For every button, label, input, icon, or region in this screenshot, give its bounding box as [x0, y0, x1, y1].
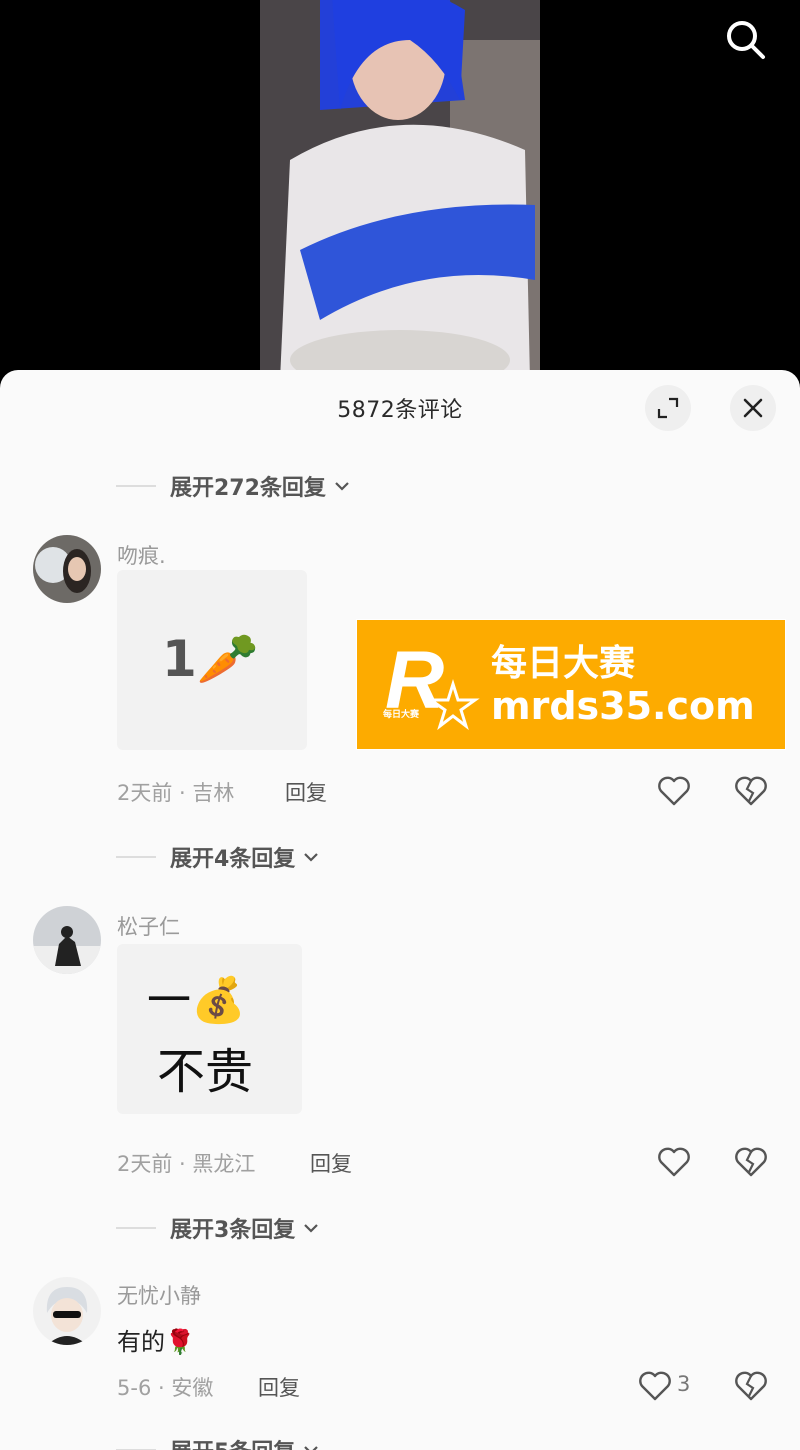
divider-line	[116, 856, 156, 858]
search-button[interactable]	[722, 16, 768, 62]
comment-username[interactable]: 无忧小静	[117, 1280, 201, 1310]
broken-heart-icon	[735, 776, 767, 806]
expand-replies-label: 展开3条回复	[170, 1218, 296, 1243]
video-player[interactable]	[0, 0, 800, 380]
reply-button[interactable]: 回复	[258, 1372, 300, 1402]
reply-button[interactable]: 回复	[285, 777, 327, 807]
comment-meta: 5-6 · 安徽	[117, 1376, 214, 1400]
expand-replies-label: 展开272条回复	[170, 476, 326, 501]
divider-line	[116, 485, 156, 487]
expand-replies-button[interactable]: 展开272条回复	[116, 470, 352, 502]
like-button[interactable]	[656, 773, 692, 809]
ad-banner[interactable]: R 每日大赛 每日大赛 mrds35.com	[356, 619, 786, 750]
expand-replies-button[interactable]: 展开3条回复	[116, 1212, 321, 1244]
expand-icon	[657, 397, 679, 419]
ad-url[interactable]: mrds35.com	[491, 684, 755, 728]
comment-sticker: 1🥕	[117, 570, 307, 750]
reply-button[interactable]: 回复	[310, 1148, 352, 1178]
dislike-button[interactable]	[733, 1368, 769, 1404]
broken-heart-icon	[735, 1147, 767, 1177]
ad-name: 每日大赛	[491, 643, 636, 684]
close-button[interactable]	[730, 385, 776, 431]
fullscreen-button[interactable]	[645, 385, 691, 431]
sticker-text: 一💰	[147, 975, 246, 1026]
chevron-down-icon	[335, 482, 349, 491]
broken-heart-icon	[735, 1371, 767, 1401]
like-button[interactable]	[637, 1368, 673, 1404]
dislike-button[interactable]	[733, 1144, 769, 1180]
comment-meta: 2天前 · 吉林	[117, 781, 235, 805]
ad-logo: R 每日大赛	[383, 635, 480, 731]
expand-replies-button[interactable]: 展开4条回复	[116, 841, 321, 873]
heart-icon	[658, 1147, 690, 1177]
avatar[interactable]	[33, 906, 101, 974]
comment-meta: 2天前 · 黑龙江	[117, 1152, 256, 1176]
ad-logo-small-text: 每日大赛	[383, 708, 420, 720]
comments-sheet: 5872条评论 展开272条回复 吻痕. 1🥕 2天前 · 吉林 回复 展开4条…	[0, 370, 800, 1450]
heart-icon	[658, 776, 690, 806]
chevron-down-icon	[304, 1446, 319, 1450]
avatar[interactable]	[33, 535, 101, 603]
video-thumbnail	[260, 0, 540, 380]
expand-replies-label: 展开5条回复	[170, 1434, 295, 1450]
comment-sticker: 一💰 不贵	[117, 944, 302, 1114]
sticker-text: 不贵	[157, 1044, 254, 1100]
comment-username[interactable]: 松子仁	[117, 911, 180, 941]
expand-replies-label: 展开4条回复	[170, 847, 296, 872]
dislike-button[interactable]	[733, 773, 769, 809]
like-button[interactable]	[656, 1144, 692, 1180]
close-icon	[743, 398, 763, 418]
heart-icon	[639, 1371, 671, 1401]
search-icon	[727, 21, 765, 59]
like-count: 3	[677, 1372, 691, 1396]
sticker-text: 1🥕	[162, 630, 260, 688]
comment-username[interactable]: 吻痕.	[117, 540, 166, 570]
divider-line	[116, 1227, 156, 1229]
avatar[interactable]	[33, 1277, 101, 1345]
expand-replies-button[interactable]: 展开5条回复	[116, 1434, 321, 1450]
comment-text: 有的🌹	[117, 1328, 195, 1356]
chevron-down-icon	[304, 1224, 319, 1233]
chevron-down-icon	[304, 853, 319, 862]
